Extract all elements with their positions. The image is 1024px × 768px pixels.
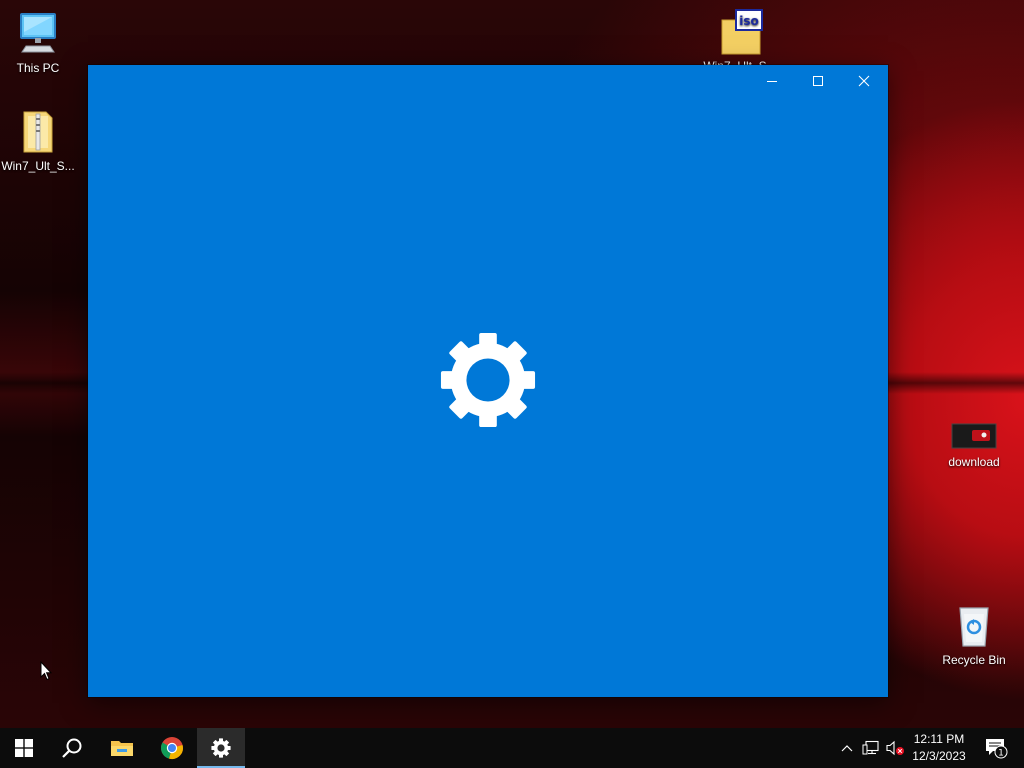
chevron-up-icon [841, 745, 853, 752]
minimize-button[interactable] [749, 65, 795, 97]
notification-icon: 1 [986, 739, 1008, 759]
search-button[interactable] [48, 728, 96, 768]
desktop-icon-label: download [948, 455, 1000, 469]
settings-window[interactable] [88, 65, 888, 697]
volume-button[interactable] [884, 728, 906, 768]
computer-icon [14, 10, 62, 58]
desktop-icon-download[interactable]: download [936, 418, 1012, 469]
mouse-cursor-icon [40, 660, 53, 686]
start-icon [15, 739, 33, 757]
taskbar-clock[interactable]: 12:11 PM 12/3/2023 [908, 728, 970, 768]
iso-badge-text: iso [739, 14, 759, 28]
iso-file-icon: iso [716, 8, 764, 56]
network-icon [862, 740, 879, 755]
gear-icon [439, 331, 537, 429]
desktop-icon-label: Recycle Bin [942, 653, 1006, 667]
desktop-icon-win7-iso[interactable]: iso Win7_Ult_S... [702, 8, 778, 73]
clock-time: 12:11 PM [913, 732, 965, 746]
settings-icon [211, 738, 231, 758]
taskbar-settings[interactable] [197, 728, 245, 768]
search-icon [62, 738, 82, 758]
desktop-icon-this-pc[interactable]: This PC [0, 10, 76, 75]
desktop-icon-win7-folder[interactable]: Win7_Ult_S... [0, 108, 76, 173]
recycle-bin-icon [950, 602, 998, 650]
file-explorer-icon [111, 741, 133, 756]
volume-muted-icon [886, 740, 904, 756]
desktop-icon-recycle-bin[interactable]: Recycle Bin [936, 602, 1012, 667]
network-button[interactable] [860, 728, 882, 768]
close-button[interactable] [841, 65, 887, 97]
chrome-icon [161, 737, 183, 759]
taskbar: 12:11 PM 12/3/2023 1 [0, 728, 1024, 768]
close-icon [858, 75, 870, 87]
start-button[interactable] [0, 728, 48, 768]
zip-folder-icon [14, 108, 62, 156]
action-center-button[interactable]: 1 [976, 728, 1016, 768]
image-file-icon [950, 418, 998, 452]
taskbar-file-explorer[interactable] [98, 728, 146, 768]
desktop-icon-label: This PC [16, 61, 60, 75]
clock-date: 12/3/2023 [912, 749, 966, 763]
taskbar-chrome[interactable] [148, 728, 196, 768]
maximize-button[interactable] [795, 65, 841, 97]
show-hidden-icons-button[interactable] [836, 728, 858, 768]
desktop-icon-label: Win7_Ult_S... [1, 159, 75, 173]
minimize-icon [767, 81, 777, 82]
maximize-icon [813, 76, 823, 86]
notification-count: 1 [998, 749, 1004, 759]
